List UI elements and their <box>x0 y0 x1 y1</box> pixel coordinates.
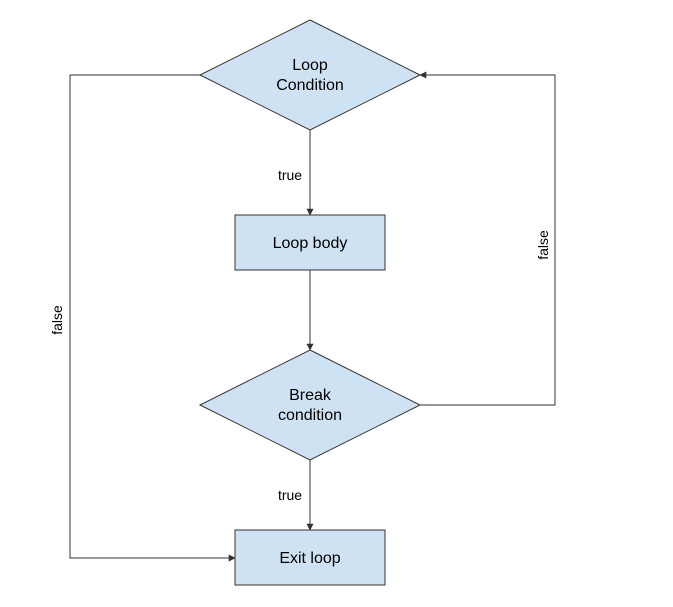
break-condition-label-1: Break <box>289 387 332 404</box>
edge-cond-to-exit <box>70 75 235 558</box>
flowchart-diagram: Loop Condition true Loop body Break cond… <box>0 0 673 607</box>
loop-condition-label-2: Condition <box>276 77 344 94</box>
edge-label-break-to-cond: false <box>535 230 551 260</box>
edge-label-break-to-exit: true <box>278 487 302 503</box>
break-condition-node: Break condition <box>200 350 420 460</box>
exit-loop-node: Exit loop <box>235 530 385 585</box>
loop-body-label: Loop body <box>273 235 348 252</box>
loop-condition-label-1: Loop <box>292 57 328 74</box>
break-condition-label-2: condition <box>278 407 342 424</box>
loop-body-node: Loop body <box>235 215 385 270</box>
exit-loop-label: Exit loop <box>279 550 340 567</box>
edge-label-cond-to-exit: false <box>49 305 65 335</box>
edge-label-cond-to-body: true <box>278 167 302 183</box>
loop-condition-node: Loop Condition <box>200 20 420 130</box>
